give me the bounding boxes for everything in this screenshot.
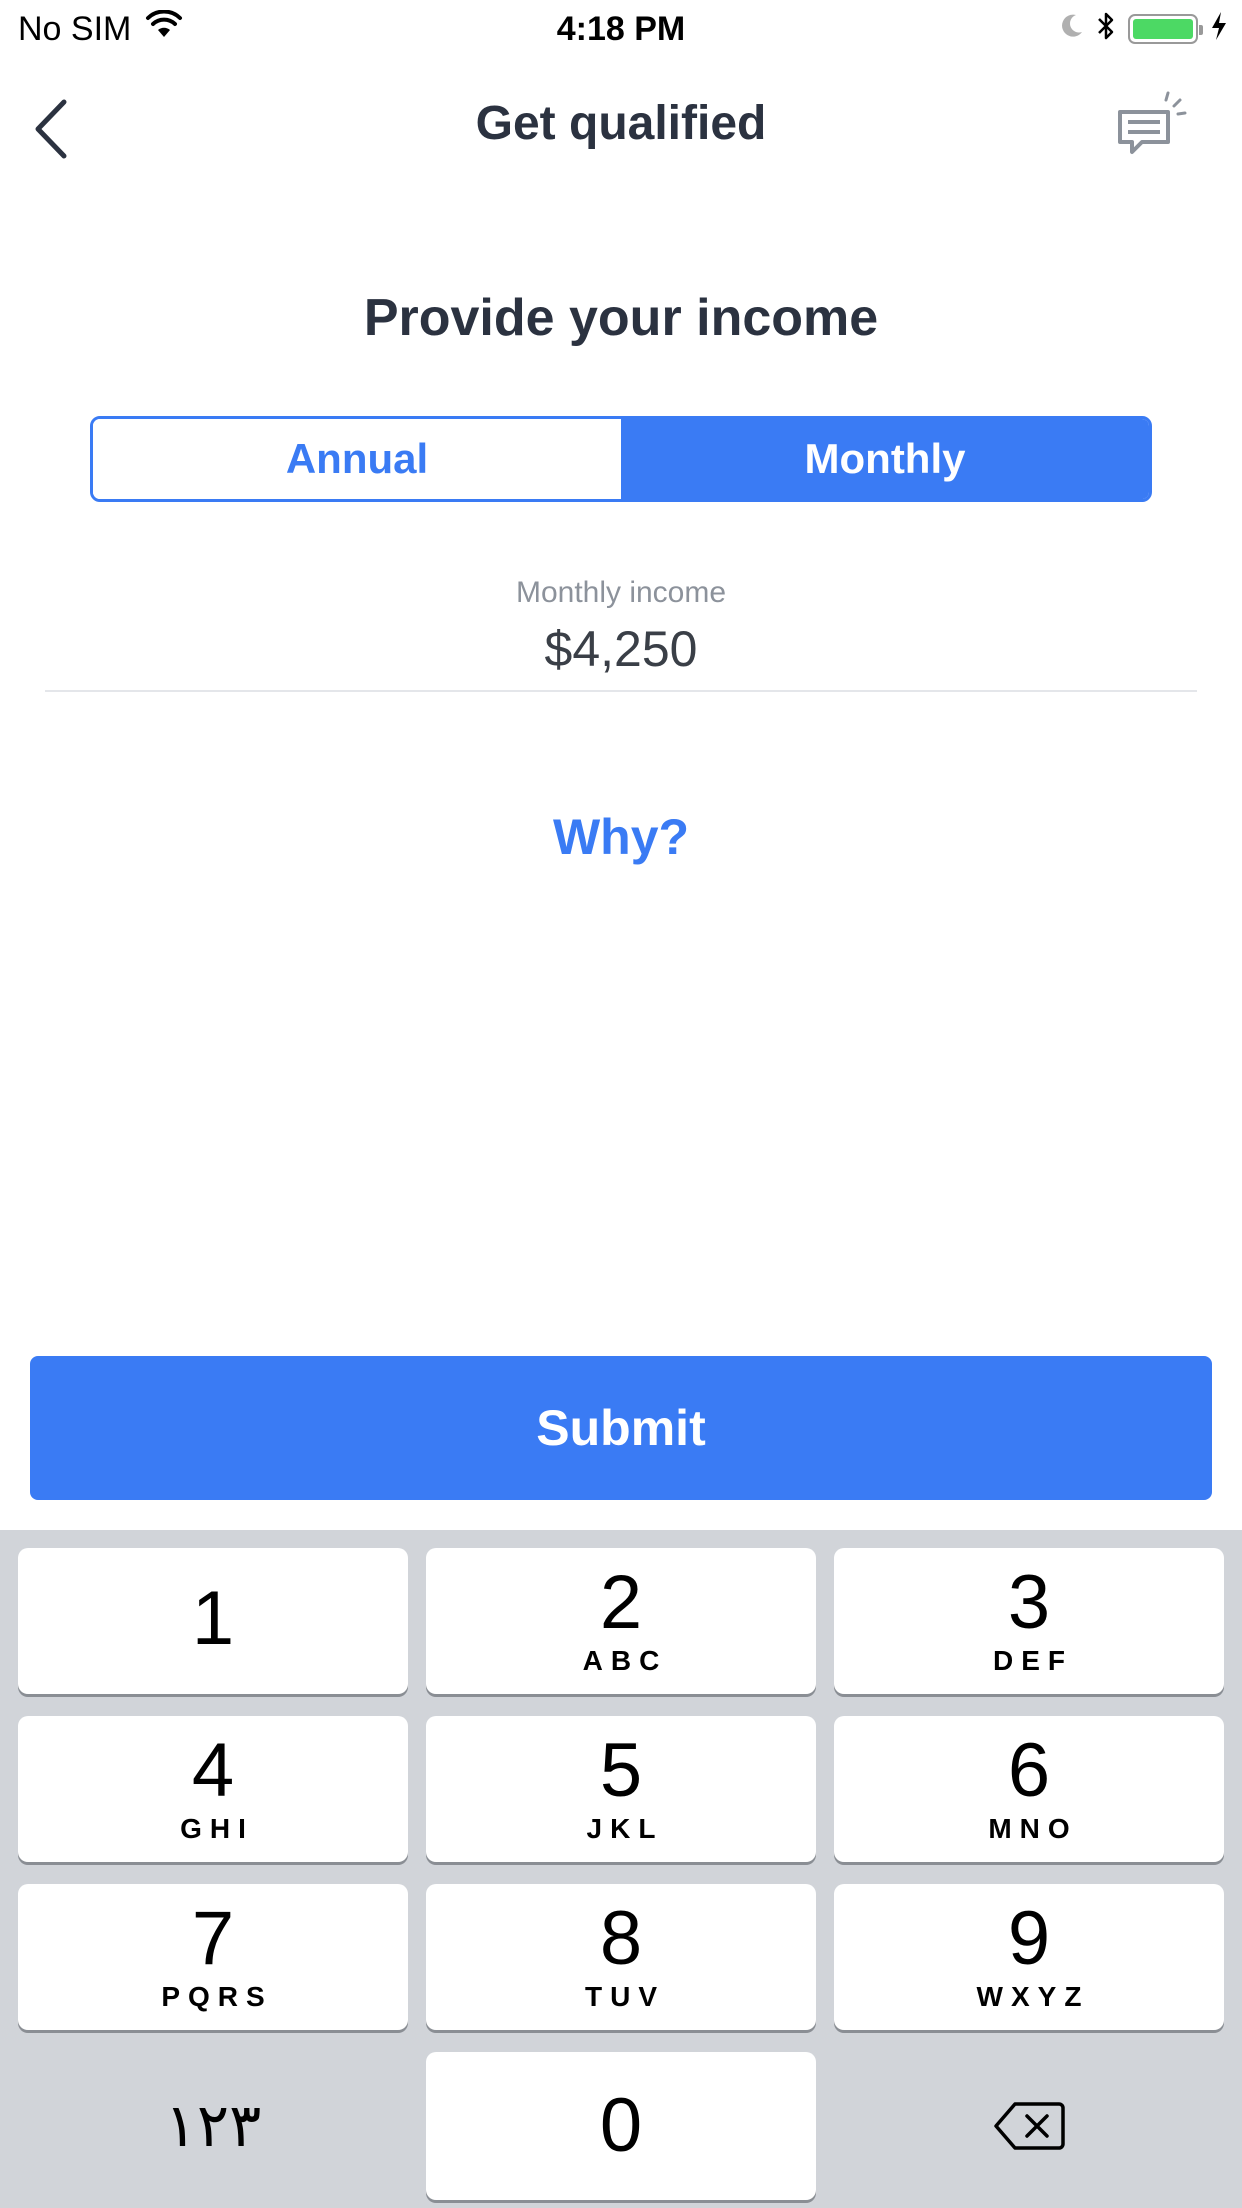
backspace-key[interactable]: [834, 2052, 1224, 2200]
chat-button[interactable]: [1112, 88, 1192, 168]
key-digit: 8: [599, 1896, 643, 1981]
key-letters: JKL: [586, 1813, 664, 1844]
key-digit: 9: [1007, 1896, 1051, 1981]
battery-fill: [1133, 18, 1193, 39]
segment-monthly[interactable]: Monthly: [621, 419, 1149, 499]
battery-icon: [1128, 13, 1203, 44]
chat-bubble-icon: [1118, 91, 1187, 154]
key-letters: WXYZ: [976, 1981, 1090, 2012]
key-digit: 2: [599, 1560, 643, 1645]
numeric-keyboard: 1 2 ABC 3 DEF 4 GHI 5 JKL 6 MNO 7 PQRS 8…: [0, 1530, 1242, 2208]
key-2[interactable]: 2 ABC: [426, 1548, 816, 1694]
key-letters: TUV: [585, 1981, 665, 2012]
key-9[interactable]: 9 WXYZ: [834, 1884, 1224, 2030]
key-0[interactable]: 0: [426, 2052, 816, 2200]
income-field-label: Monthly income: [515, 576, 727, 609]
why-link[interactable]: Why?: [0, 808, 1242, 866]
status-bar: No SIM 4:18 PM: [0, 0, 1242, 60]
income-input[interactable]: $4,250: [0, 620, 1242, 678]
income-field-underline: [45, 690, 1197, 692]
key-8[interactable]: 8 TUV: [426, 1884, 816, 2030]
key-3[interactable]: 3 DEF: [834, 1548, 1224, 1694]
key-4[interactable]: 4 GHI: [18, 1716, 408, 1862]
status-right: [1058, 10, 1228, 47]
key-6[interactable]: 6 MNO: [834, 1716, 1224, 1862]
key-letters: MNO: [988, 1813, 1078, 1844]
bluetooth-icon: [1096, 10, 1116, 47]
key-letters: GHI: [180, 1813, 254, 1844]
key-5[interactable]: 5 JKL: [426, 1716, 816, 1862]
moon-icon: [1058, 12, 1084, 45]
income-period-toggle: Annual Monthly: [90, 416, 1152, 502]
key-1[interactable]: 1: [18, 1548, 408, 1694]
key-digit: 1: [191, 1576, 235, 1661]
key-letters: PQRS: [161, 1981, 273, 2012]
page-title: Get qualified: [475, 97, 767, 150]
navigation-bar: Get qualified: [0, 64, 1242, 184]
key-digit: 7: [191, 1896, 235, 1981]
backspace-icon: [994, 2102, 1065, 2150]
key-digit: 0: [599, 2083, 643, 2168]
alt-digits-label: ١٢٣: [164, 2091, 262, 2161]
key-digit: 4: [191, 1728, 235, 1813]
submit-button[interactable]: Submit: [30, 1356, 1212, 1500]
charging-bolt-icon: [1210, 11, 1228, 46]
key-letters: DEF: [993, 1645, 1073, 1676]
key-digit: 6: [1007, 1728, 1051, 1813]
alt-digits-key[interactable]: ١٢٣: [18, 2052, 408, 2200]
segment-annual[interactable]: Annual: [93, 419, 621, 499]
key-digit: 3: [1007, 1560, 1051, 1645]
key-letters: ABC: [582, 1645, 668, 1676]
key-7[interactable]: 7 PQRS: [18, 1884, 408, 2030]
section-heading: Provide your income: [363, 289, 879, 347]
key-digit: 5: [599, 1728, 643, 1813]
status-time: 4:18 PM: [556, 10, 686, 48]
